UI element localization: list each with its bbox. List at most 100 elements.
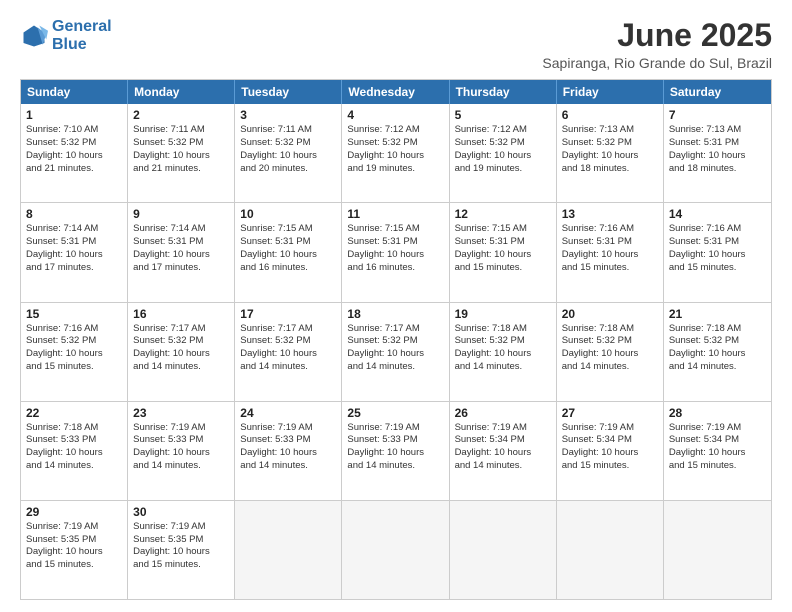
calendar-header: SundayMondayTuesdayWednesdayThursdayFrid… bbox=[21, 80, 771, 104]
calendar-cell bbox=[235, 501, 342, 599]
calendar-cell: 30Sunrise: 7:19 AMSunset: 5:35 PMDayligh… bbox=[128, 501, 235, 599]
cell-text: Sunrise: 7:15 AMSunset: 5:31 PMDaylight:… bbox=[240, 223, 336, 274]
calendar-cell: 25 Sunrise: 7:19 AMSunset: 5:33 PMDayligh… bbox=[342, 402, 449, 500]
calendar-cell: 3 Sunrise: 7:11 AMSunset: 5:32 PMDaylight… bbox=[235, 104, 342, 202]
cell-text: Sunrise: 7:12 AMSunset: 5:32 PMDaylight:… bbox=[347, 124, 443, 175]
cell-text: Sunrise: 7:13 AMSunset: 5:31 PMDaylight:… bbox=[669, 124, 766, 175]
header: General Blue June 2025 Sapiranga, Rio Gr… bbox=[20, 18, 772, 71]
calendar-cell: 10 Sunrise: 7:15 AMSunset: 5:31 PMDayligh… bbox=[235, 203, 342, 301]
cell-text: Sunrise: 7:19 AMSunset: 5:34 PMDaylight:… bbox=[562, 422, 658, 473]
cell-text: Sunrise: 7:11 AMSunset: 5:32 PMDaylight:… bbox=[240, 124, 336, 175]
cell-text: Sunrise: 7:17 AMSunset: 5:32 PMDaylight:… bbox=[347, 323, 443, 374]
calendar: SundayMondayTuesdayWednesdayThursdayFrid… bbox=[20, 79, 772, 600]
calendar-cell: 11Sunrise: 7:15 AMSunset: 5:31 PMDayligh… bbox=[342, 203, 449, 301]
cell-text: Sunrise: 7:14 AMSunset: 5:31 PMDaylight:… bbox=[26, 223, 122, 274]
calendar-cell: 16 Sunrise: 7:17 AMSunset: 5:32 PMDayligh… bbox=[128, 303, 235, 401]
calendar-cell bbox=[450, 501, 557, 599]
day-number: 2 bbox=[133, 108, 229, 122]
calendar-cell: 26Sunrise: 7:19 AMSunset: 5:34 PMDayligh… bbox=[450, 402, 557, 500]
cell-text: Sunrise: 7:19 AMSunset: 5:33 PMDaylight:… bbox=[240, 422, 336, 473]
calendar-cell: 20 Sunrise: 7:18 AMSunset: 5:32 PMDayligh… bbox=[557, 303, 664, 401]
cell-text: Sunrise: 7:17 AMSunset: 5:32 PMDaylight:… bbox=[133, 323, 229, 374]
day-number: 18 bbox=[347, 307, 443, 321]
day-number: 10 bbox=[240, 207, 336, 221]
calendar-cell: 24 Sunrise: 7:19 AMSunset: 5:33 PMDayligh… bbox=[235, 402, 342, 500]
calendar-cell: 22 Sunrise: 7:18 AMSunset: 5:33 PMDayligh… bbox=[21, 402, 128, 500]
calendar-header-cell: Saturday bbox=[664, 80, 771, 104]
calendar-cell: 2Sunrise: 7:11 AMSunset: 5:32 PMDaylight… bbox=[128, 104, 235, 202]
day-number: 30 bbox=[133, 505, 229, 519]
calendar-row: 22 Sunrise: 7:18 AMSunset: 5:33 PMDayligh… bbox=[21, 401, 771, 500]
day-number: 12 bbox=[455, 207, 551, 221]
calendar-header-cell: Tuesday bbox=[235, 80, 342, 104]
day-number: 29 bbox=[26, 505, 122, 519]
cell-text: Sunrise: 7:19 AMSunset: 5:35 PMDaylight:… bbox=[26, 521, 122, 572]
calendar-cell: 19Sunrise: 7:18 AMSunset: 5:32 PMDayligh… bbox=[450, 303, 557, 401]
day-number: 22 bbox=[26, 406, 122, 420]
logo-text: General Blue bbox=[52, 18, 112, 53]
day-number: 9 bbox=[133, 207, 229, 221]
calendar-cell: 1Sunrise: 7:10 AMSunset: 5:32 PMDaylight… bbox=[21, 104, 128, 202]
day-number: 7 bbox=[669, 108, 766, 122]
cell-text: Sunrise: 7:12 AMSunset: 5:32 PMDaylight:… bbox=[455, 124, 551, 175]
calendar-cell: 13Sunrise: 7:16 AMSunset: 5:31 PMDayligh… bbox=[557, 203, 664, 301]
day-number: 23 bbox=[133, 406, 229, 420]
calendar-cell bbox=[557, 501, 664, 599]
cell-text: Sunrise: 7:18 AMSunset: 5:32 PMDaylight:… bbox=[562, 323, 658, 374]
day-number: 28 bbox=[669, 406, 766, 420]
calendar-cell: 17 Sunrise: 7:17 AMSunset: 5:32 PMDayligh… bbox=[235, 303, 342, 401]
day-number: 20 bbox=[562, 307, 658, 321]
calendar-cell: 14Sunrise: 7:16 AMSunset: 5:31 PMDayligh… bbox=[664, 203, 771, 301]
day-number: 16 bbox=[133, 307, 229, 321]
calendar-cell: 18 Sunrise: 7:17 AMSunset: 5:32 PMDayligh… bbox=[342, 303, 449, 401]
cell-text: Sunrise: 7:18 AMSunset: 5:32 PMDaylight:… bbox=[455, 323, 551, 374]
day-number: 11 bbox=[347, 207, 443, 221]
calendar-cell: 15Sunrise: 7:16 AMSunset: 5:32 PMDayligh… bbox=[21, 303, 128, 401]
calendar-header-cell: Wednesday bbox=[342, 80, 449, 104]
logo-icon bbox=[20, 22, 48, 50]
day-number: 8 bbox=[26, 207, 122, 221]
calendar-cell: 6 Sunrise: 7:13 AMSunset: 5:32 PMDaylight… bbox=[557, 104, 664, 202]
calendar-cell bbox=[664, 501, 771, 599]
page: General Blue June 2025 Sapiranga, Rio Gr… bbox=[0, 0, 792, 612]
calendar-cell: 29 Sunrise: 7:19 AMSunset: 5:35 PMDayligh… bbox=[21, 501, 128, 599]
day-number: 3 bbox=[240, 108, 336, 122]
cell-text: Sunrise: 7:19 AMSunset: 5:33 PMDaylight:… bbox=[347, 422, 443, 473]
calendar-cell: 9 Sunrise: 7:14 AMSunset: 5:31 PMDaylight… bbox=[128, 203, 235, 301]
day-number: 24 bbox=[240, 406, 336, 420]
cell-text: Sunrise: 7:16 AMSunset: 5:32 PMDaylight:… bbox=[26, 323, 122, 374]
calendar-header-cell: Monday bbox=[128, 80, 235, 104]
day-number: 4 bbox=[347, 108, 443, 122]
subtitle: Sapiranga, Rio Grande do Sul, Brazil bbox=[542, 55, 772, 71]
cell-text: Sunrise: 7:18 AMSunset: 5:32 PMDaylight:… bbox=[669, 323, 766, 374]
day-number: 1 bbox=[26, 108, 122, 122]
calendar-cell: 8 Sunrise: 7:14 AMSunset: 5:31 PMDaylight… bbox=[21, 203, 128, 301]
day-number: 6 bbox=[562, 108, 658, 122]
cell-text: Sunrise: 7:13 AMSunset: 5:32 PMDaylight:… bbox=[562, 124, 658, 175]
cell-text: Sunrise: 7:16 AMSunset: 5:31 PMDaylight:… bbox=[562, 223, 658, 274]
calendar-cell: 5 Sunrise: 7:12 AMSunset: 5:32 PMDaylight… bbox=[450, 104, 557, 202]
day-number: 21 bbox=[669, 307, 766, 321]
calendar-cell: 23Sunrise: 7:19 AMSunset: 5:33 PMDayligh… bbox=[128, 402, 235, 500]
calendar-row: 8 Sunrise: 7:14 AMSunset: 5:31 PMDaylight… bbox=[21, 202, 771, 301]
calendar-cell: 21 Sunrise: 7:18 AMSunset: 5:32 PMDayligh… bbox=[664, 303, 771, 401]
calendar-cell: 7 Sunrise: 7:13 AMSunset: 5:31 PMDaylight… bbox=[664, 104, 771, 202]
cell-text: Sunrise: 7:14 AMSunset: 5:31 PMDaylight:… bbox=[133, 223, 229, 274]
cell-text: Sunrise: 7:16 AMSunset: 5:31 PMDaylight:… bbox=[669, 223, 766, 274]
cell-text: Sunrise: 7:17 AMSunset: 5:32 PMDaylight:… bbox=[240, 323, 336, 374]
cell-text: Sunrise: 7:18 AMSunset: 5:33 PMDaylight:… bbox=[26, 422, 122, 473]
day-number: 25 bbox=[347, 406, 443, 420]
calendar-cell: 27 Sunrise: 7:19 AMSunset: 5:34 PMDayligh… bbox=[557, 402, 664, 500]
calendar-cell: 12 Sunrise: 7:15 AMSunset: 5:31 PMDayligh… bbox=[450, 203, 557, 301]
day-number: 5 bbox=[455, 108, 551, 122]
calendar-row: 1Sunrise: 7:10 AMSunset: 5:32 PMDaylight… bbox=[21, 104, 771, 202]
calendar-cell: 4 Sunrise: 7:12 AMSunset: 5:32 PMDaylight… bbox=[342, 104, 449, 202]
cell-text: Sunrise: 7:19 AMSunset: 5:34 PMDaylight:… bbox=[669, 422, 766, 473]
logo: General Blue bbox=[20, 18, 112, 53]
calendar-header-cell: Sunday bbox=[21, 80, 128, 104]
cell-text: Sunrise: 7:19 AMSunset: 5:34 PMDaylight:… bbox=[455, 422, 551, 473]
day-number: 17 bbox=[240, 307, 336, 321]
day-number: 27 bbox=[562, 406, 658, 420]
calendar-row: 29 Sunrise: 7:19 AMSunset: 5:35 PMDayligh… bbox=[21, 500, 771, 599]
cell-text: Sunrise: 7:15 AMSunset: 5:31 PMDaylight:… bbox=[455, 223, 551, 274]
